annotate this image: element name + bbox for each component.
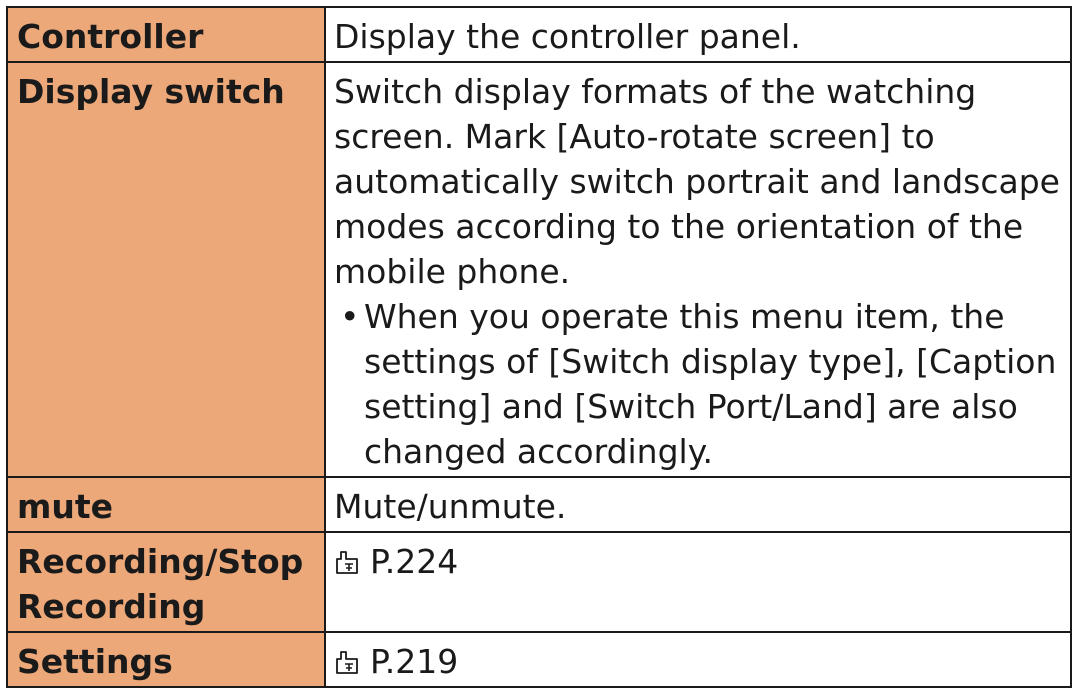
description-text: Switch display formats of the watching s… <box>334 72 1060 291</box>
menu-items-table: Controller Display the controller panel.… <box>6 6 1072 688</box>
item-name-display-switch: Display switch <box>6 61 326 478</box>
table-row: Recording/Stop Recording P.224 <box>6 531 1072 633</box>
item-description-recording[interactable]: P.224 <box>324 531 1072 633</box>
page-reference-link[interactable]: P.219 <box>370 642 458 681</box>
page-reference-link[interactable]: P.224 <box>370 542 458 581</box>
bullet-note: • When you operate this menu item, the s… <box>334 294 1064 474</box>
table-row: Display switch Switch display formats of… <box>6 61 1072 478</box>
table-row: Controller Display the controller panel. <box>6 6 1072 63</box>
item-description-settings[interactable]: P.219 <box>324 631 1072 688</box>
item-name-controller: Controller <box>6 6 326 63</box>
table-row: mute Mute/unmute. <box>6 476 1072 533</box>
item-description-mute: Mute/unmute. <box>324 476 1072 533</box>
bullet-icon: • <box>340 297 360 336</box>
bullet-note-text: When you operate this menu item, the set… <box>364 297 1057 471</box>
item-name-settings: Settings <box>6 631 326 688</box>
item-description-display-switch: Switch display formats of the watching s… <box>324 61 1072 478</box>
item-description-controller: Display the controller panel. <box>324 6 1072 63</box>
page-reference-icon <box>336 651 358 674</box>
item-name-recording: Recording/Stop Recording <box>6 531 326 633</box>
item-name-mute: mute <box>6 476 326 533</box>
page-reference-icon <box>336 551 358 574</box>
table-row: Settings P.219 <box>6 631 1072 688</box>
